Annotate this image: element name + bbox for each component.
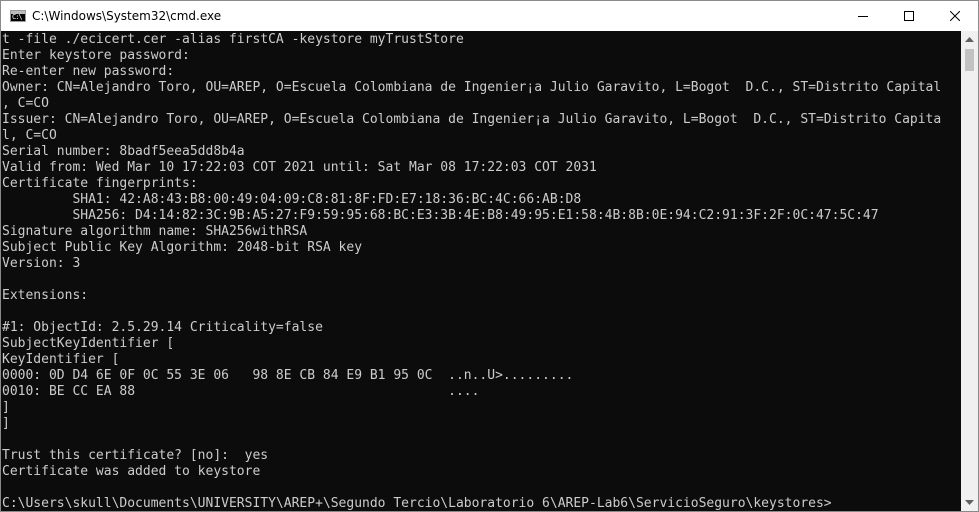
console-line: SHA256: D4:14:82:3C:9B:A5:27:F9:59:95:68…	[2, 208, 879, 223]
vertical-scrollbar[interactable]	[961, 31, 978, 511]
console-line: ]	[2, 416, 10, 431]
cmd-icon-glyph: C:\	[12, 13, 23, 21]
window-title: C:\Windows\System32\cmd.exe	[32, 9, 222, 23]
console-line: Trust this certificate? [no]: yes	[2, 448, 269, 463]
console-line: Subject Public Key Algorithm: 2048-bit R…	[2, 240, 363, 255]
console-line: SHA1: 42:A8:43:B8:00:49:04:09:C8:81:8F:F…	[2, 192, 582, 207]
console-line: , C=CO	[2, 96, 49, 111]
cmd-window: C:\ C:\Windows\System32\cmd.exe t -file …	[0, 0, 979, 512]
maximize-button[interactable]	[886, 1, 932, 31]
window-controls	[840, 1, 978, 31]
minimize-icon	[858, 16, 868, 17]
console-prompt-line[interactable]: C:\Users\skull\Documents\UNIVERSITY\AREP…	[2, 496, 961, 511]
close-icon	[950, 11, 960, 21]
console-line: Valid from: Wed Mar 10 17:22:03 COT 2021…	[2, 160, 597, 175]
chevron-down-icon	[965, 500, 974, 505]
console-text: t -file ./ecicert.cer -alias firstCA -ke…	[1, 31, 961, 511]
scrollbar-thumb[interactable]	[965, 49, 974, 71]
console-output[interactable]: t -file ./ecicert.cer -alias firstCA -ke…	[1, 31, 961, 511]
console-line: ]	[2, 400, 10, 415]
cmd-icon[interactable]: C:\	[10, 10, 26, 22]
close-button[interactable]	[932, 1, 978, 31]
console-line: Enter keystore password:	[2, 48, 190, 63]
minimize-button[interactable]	[840, 1, 886, 31]
console-line: Issuer: CN=Alejandro Toro, OU=AREP, O=Es…	[2, 112, 942, 127]
console-line: KeyIdentifier [	[2, 352, 120, 367]
console-line: Serial number: 8badf5eea5dd8b4a	[2, 144, 245, 159]
console-line: l, C=CO	[2, 128, 57, 143]
title-bar[interactable]: C:\ C:\Windows\System32\cmd.exe	[1, 1, 978, 31]
console-line: SubjectKeyIdentifier [	[2, 336, 175, 351]
console-line: Extensions:	[2, 288, 89, 303]
scroll-up-button[interactable]	[961, 31, 978, 48]
console-line: Version: 3	[2, 256, 81, 271]
console-line: 0000: 0D D4 6E 0F 0C 55 3E 06 98 8E CB 8…	[2, 368, 574, 383]
console-line: 0010: BE CC EA 88 ....	[2, 384, 480, 399]
console-line: #1: ObjectId: 2.5.29.14 Criticality=fals…	[2, 320, 323, 335]
console-line: Owner: CN=Alejandro Toro, OU=AREP, O=Esc…	[2, 80, 942, 95]
console-line: Re-enter new password:	[2, 64, 175, 79]
console-line: Certificate fingerprints:	[2, 176, 198, 191]
console-line: Signature algorithm name: SHA256withRSA	[2, 224, 308, 239]
console-line: t -file ./ecicert.cer -alias firstCA -ke…	[2, 32, 464, 47]
console-line: Certificate was added to keystore	[2, 464, 261, 479]
chevron-up-icon	[965, 37, 974, 42]
maximize-icon	[904, 11, 914, 21]
scroll-down-button[interactable]	[961, 494, 978, 511]
